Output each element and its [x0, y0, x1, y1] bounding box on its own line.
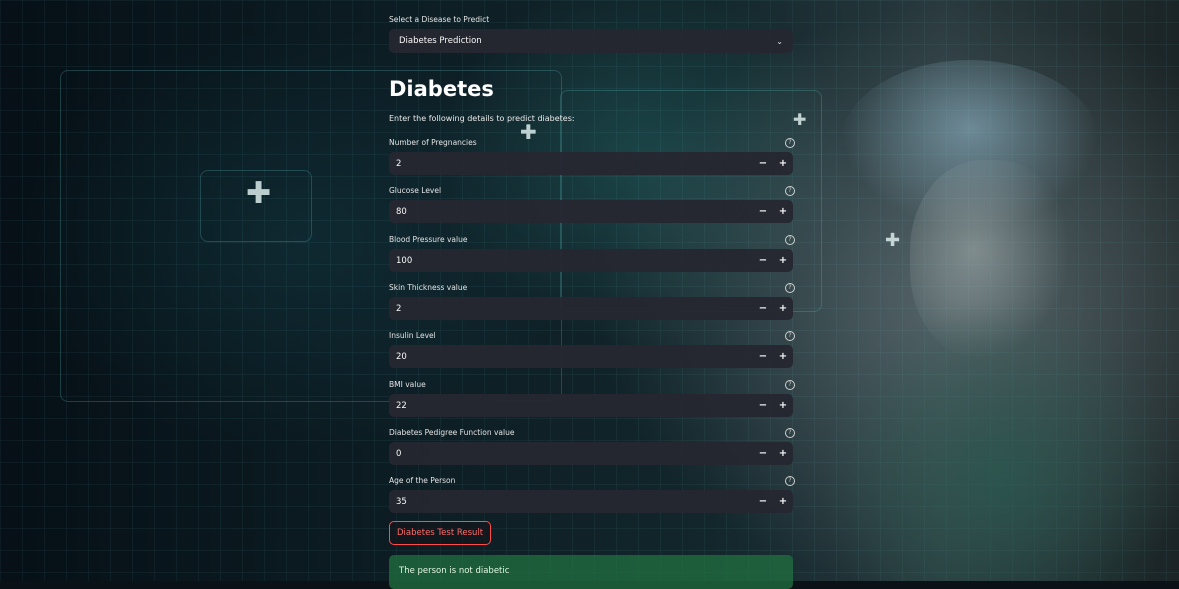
field-label: Skin Thickness value	[389, 283, 468, 292]
field-label: Age of the Person	[389, 476, 456, 485]
minus-icon[interactable]: −	[753, 303, 773, 314]
minus-icon[interactable]: −	[753, 448, 773, 459]
minus-icon[interactable]: −	[753, 158, 773, 169]
help-icon[interactable]: ?	[785, 138, 795, 148]
number-input: 80− +	[389, 200, 793, 223]
page-title: Diabetes	[389, 77, 494, 101]
minus-icon[interactable]: −	[753, 255, 773, 266]
help-icon[interactable]: ?	[785, 235, 795, 245]
plus-icon[interactable]: +	[773, 496, 793, 507]
field-label: BMI value	[389, 380, 426, 389]
number-input: 35− +	[389, 490, 793, 513]
number-input-value[interactable]: 2	[389, 159, 753, 169]
disease-select-label: Select a Disease to Predict	[389, 15, 490, 24]
plus-icon[interactable]: +	[773, 400, 793, 411]
minus-icon[interactable]: −	[753, 400, 773, 411]
number-input: 22− +	[389, 394, 793, 417]
diabetes-test-result-button[interactable]: Diabetes Test Result	[389, 521, 492, 545]
disease-select[interactable]: Diabetes Prediction ⌄	[389, 29, 793, 53]
help-icon[interactable]: ?	[785, 476, 795, 486]
help-icon[interactable]: ?	[785, 186, 795, 196]
chevron-down-icon: ⌄	[776, 36, 783, 46]
field-label: Insulin Level	[389, 331, 436, 340]
minus-icon[interactable]: −	[753, 206, 773, 217]
number-input: 100− +	[389, 249, 793, 272]
prediction-result-text: The person is not diabetic	[399, 566, 510, 576]
disease-select-value: Diabetes Prediction	[399, 36, 482, 46]
page-intro: Enter the following details to predict d…	[389, 114, 575, 123]
prediction-result-alert: The person is not diabetic	[389, 555, 793, 589]
number-input-value[interactable]: 35	[389, 497, 753, 507]
plus-icon[interactable]: +	[773, 303, 793, 314]
number-input-value[interactable]: 20	[389, 352, 753, 362]
plus-icon[interactable]: +	[773, 206, 793, 217]
field-label: Diabetes Pedigree Function value	[389, 428, 515, 437]
number-input: 20− +	[389, 345, 793, 368]
number-input-value[interactable]: 80	[389, 207, 753, 217]
number-input: 0− +	[389, 442, 793, 465]
plus-icon[interactable]: +	[773, 351, 793, 362]
minus-icon[interactable]: −	[753, 496, 773, 507]
number-input-value[interactable]: 2	[389, 304, 753, 314]
help-icon[interactable]: ?	[785, 283, 795, 293]
number-input-value[interactable]: 0	[389, 449, 753, 459]
number-input: 2− +	[389, 297, 793, 320]
number-input-value[interactable]: 22	[389, 401, 753, 411]
number-input: 2− +	[389, 152, 793, 175]
field-label: Glucose Level	[389, 186, 442, 195]
help-icon[interactable]: ?	[785, 380, 795, 390]
minus-icon[interactable]: −	[753, 351, 773, 362]
help-icon[interactable]: ?	[785, 331, 795, 341]
help-icon[interactable]: ?	[785, 428, 795, 438]
plus-icon[interactable]: +	[773, 158, 793, 169]
field-label: Blood Pressure value	[389, 235, 468, 244]
plus-icon[interactable]: +	[773, 255, 793, 266]
field-label: Number of Pregnancies	[389, 138, 477, 147]
number-input-value[interactable]: 100	[389, 256, 753, 266]
plus-icon[interactable]: +	[773, 448, 793, 459]
